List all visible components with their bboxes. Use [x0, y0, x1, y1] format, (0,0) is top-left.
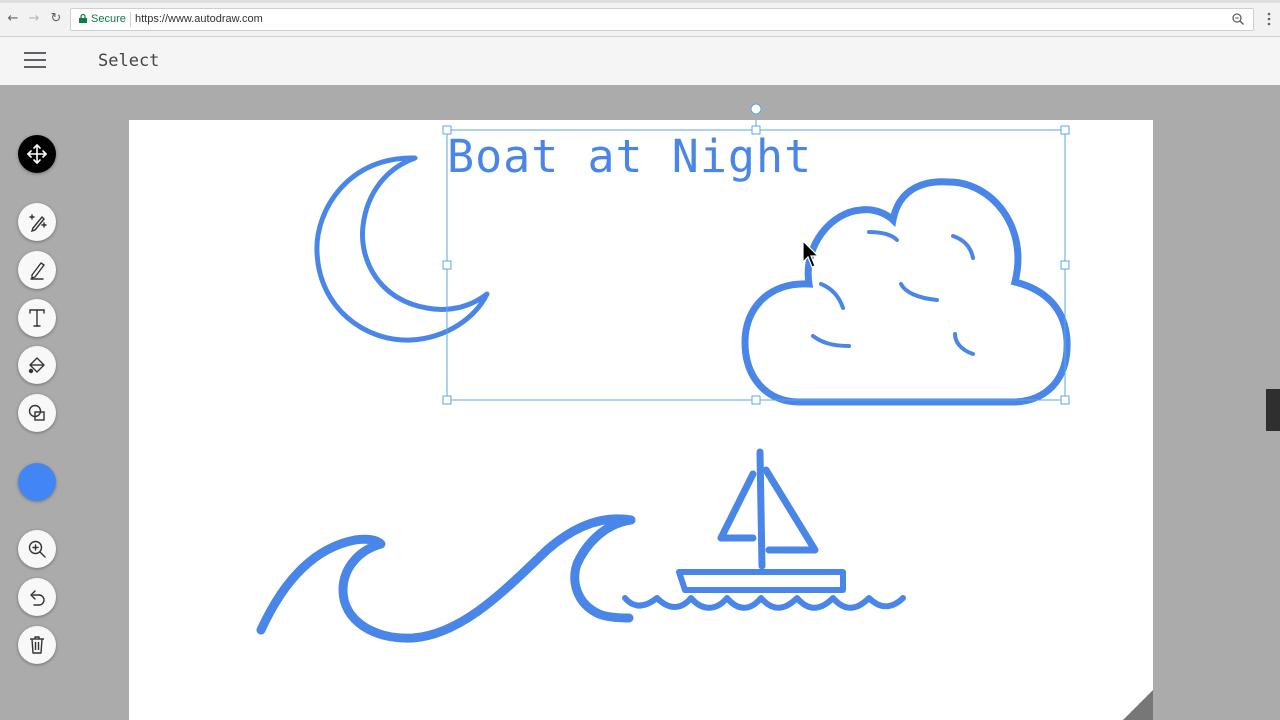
color-picker-button[interactable] — [18, 463, 56, 501]
autodraw-tool-button[interactable] — [18, 203, 56, 241]
text-t-icon — [29, 309, 45, 327]
canvas-resize-handle[interactable] — [1123, 690, 1153, 720]
four-arrows-icon — [27, 144, 47, 164]
magic-pen-icon — [29, 214, 47, 232]
address-bar: ← → ↻ Secure https://www.autodraw.com — [0, 3, 1280, 37]
undo-icon — [30, 590, 45, 606]
scrollbar-thumb[interactable] — [1266, 389, 1280, 431]
secure-label: Secure — [91, 13, 126, 25]
browser-menu-icon[interactable] — [1266, 12, 1272, 26]
draw-tool-button[interactable] — [18, 251, 56, 289]
delete-tool-button[interactable] — [18, 626, 56, 664]
zoom-tool-button[interactable] — [18, 530, 56, 568]
pencil-icon — [30, 262, 45, 280]
reload-button[interactable]: ↻ — [49, 12, 63, 26]
app-toolbar: Select — [0, 37, 1280, 85]
lock-icon — [79, 14, 87, 23]
selection-handles[interactable] — [129, 103, 1153, 720]
url-text[interactable]: https://www.autodraw.com — [135, 13, 263, 25]
type-tool-button[interactable] — [18, 299, 56, 337]
drawing-canvas[interactable]: Boat at Night — [129, 103, 1153, 720]
omnibox[interactable]: Secure https://www.autodraw.com — [70, 8, 1254, 31]
hamburger-menu-icon[interactable] — [24, 51, 46, 69]
undo-tool-button[interactable] — [18, 578, 56, 616]
canvas-title-text[interactable]: Boat at Night — [447, 130, 812, 183]
mode-title: Select — [98, 51, 160, 71]
trash-icon — [30, 636, 44, 654]
shape-tool-button[interactable] — [18, 394, 56, 432]
shapes-icon — [28, 404, 45, 421]
zoom-in-icon — [28, 540, 46, 558]
zoom-indicator-icon[interactable] — [1231, 12, 1245, 26]
fill-tool-button[interactable] — [18, 346, 56, 384]
move-tool-button[interactable] — [18, 135, 56, 173]
back-button[interactable]: ← — [6, 12, 20, 26]
mouse-cursor-icon — [802, 240, 820, 268]
paint-bucket-icon — [28, 357, 45, 374]
omnibox-divider — [130, 12, 131, 27]
forward-button[interactable]: → — [27, 12, 41, 26]
